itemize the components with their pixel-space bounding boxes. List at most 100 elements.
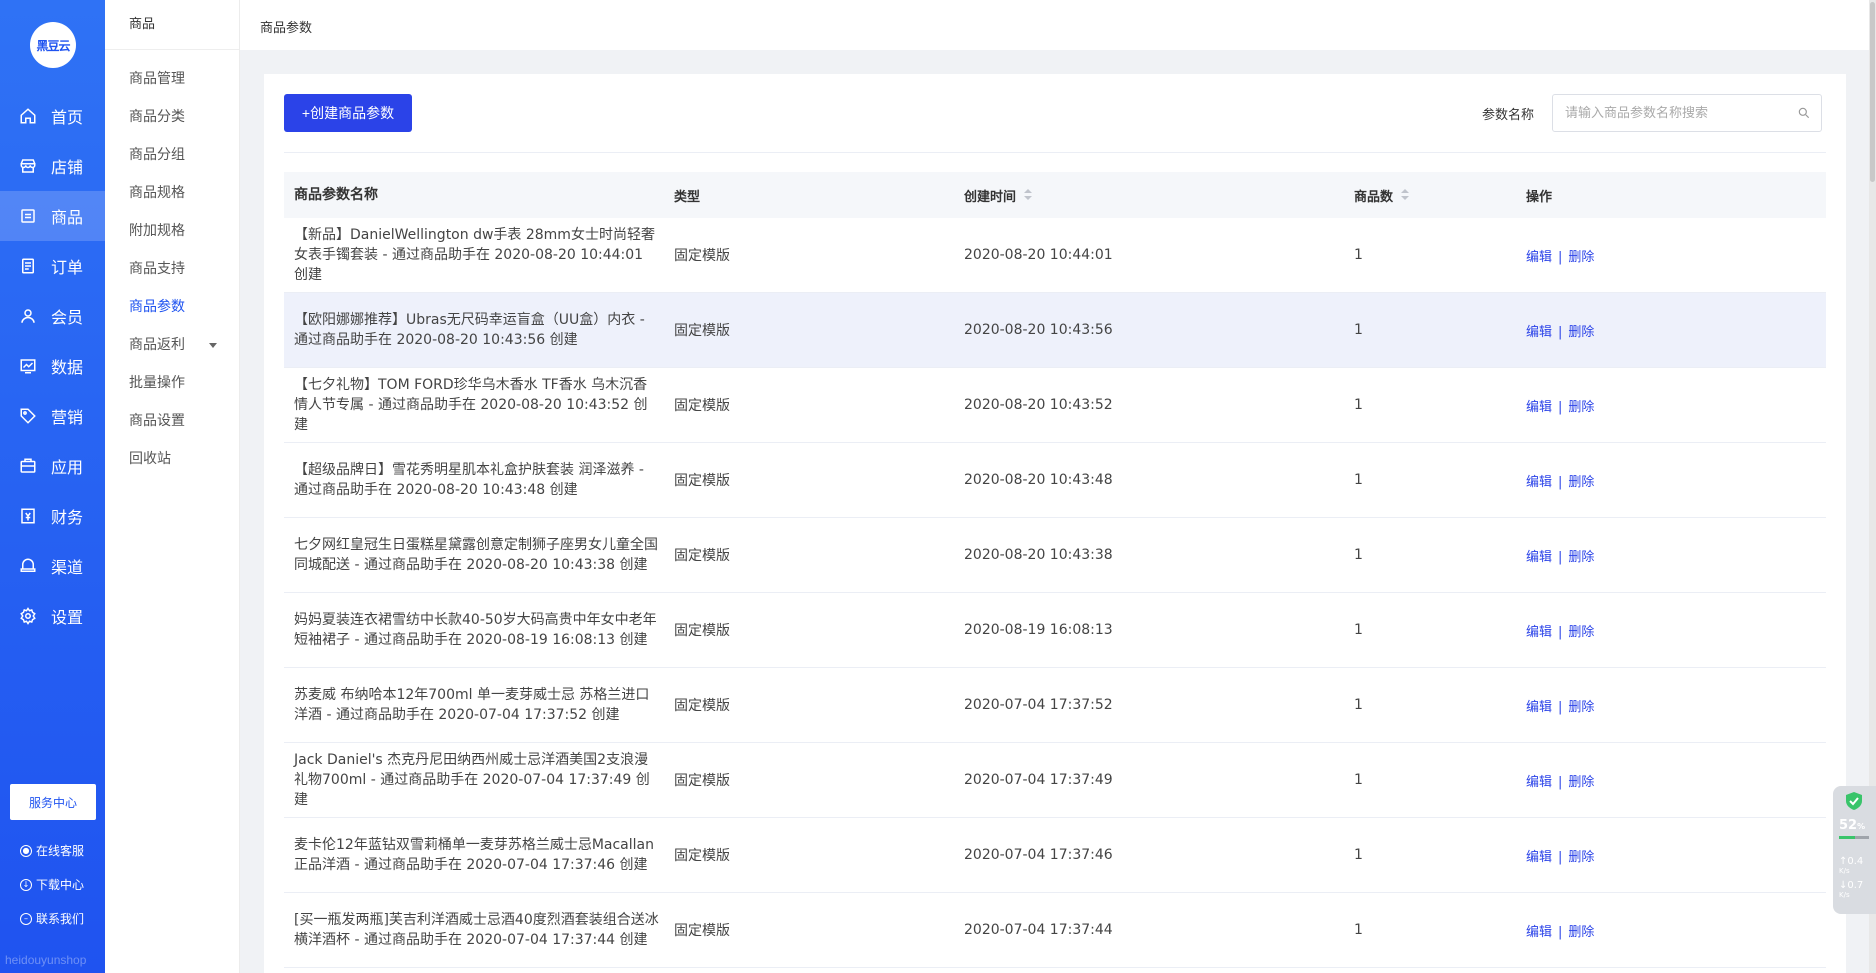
online-service-label: 在线客服 bbox=[36, 844, 85, 858]
delete-link[interactable]: 删除 bbox=[1568, 850, 1594, 865]
nav-item-marketing[interactable]: 营销 bbox=[0, 391, 105, 441]
action-separator: | bbox=[1558, 774, 1563, 790]
edit-link[interactable]: 编辑 bbox=[1526, 400, 1552, 415]
nav-item-channel[interactable]: 渠道 bbox=[0, 541, 105, 591]
subnav-item-goods-group[interactable]: 商品分组 bbox=[105, 136, 239, 174]
app-root: 黑豆云 首页 店铺 商品 订单 会员 数据 营销 应用 财务 渠道 设置 服务中… bbox=[0, 0, 1876, 973]
edit-link[interactable]: 编辑 bbox=[1526, 625, 1552, 640]
subnav-item-goods-support[interactable]: 商品支持 bbox=[105, 250, 239, 288]
row-actions: 编辑 | 删除 bbox=[1526, 321, 1826, 340]
param-count: 1 bbox=[1354, 472, 1363, 488]
chevron-down-icon bbox=[209, 343, 217, 348]
nav-item-label: 渠道 bbox=[51, 558, 84, 577]
subnav-item-goods-spec[interactable]: 商品规格 bbox=[105, 174, 239, 212]
sort-icon[interactable] bbox=[1401, 189, 1410, 201]
edit-link[interactable]: 编辑 bbox=[1526, 325, 1552, 340]
param-created: 2020-08-20 10:43:38 bbox=[964, 547, 1113, 563]
delete-link[interactable]: 删除 bbox=[1568, 400, 1594, 415]
edit-link[interactable]: 编辑 bbox=[1526, 250, 1552, 265]
nav-item-label: 设置 bbox=[51, 608, 84, 627]
system-monitor-widget[interactable]: 52% ↑0.4 K/s ↓0.7 K/s bbox=[1833, 786, 1876, 914]
edit-link[interactable]: 编辑 bbox=[1526, 475, 1552, 490]
param-name: 【超级品牌日】雪花秀明星肌本礼盒护肤套装 润泽滋养 - 通过商品助手在 2020… bbox=[294, 462, 644, 498]
header-count[interactable]: 商品数 bbox=[1354, 186, 1526, 205]
delete-link[interactable]: 删除 bbox=[1568, 700, 1594, 715]
delete-link[interactable]: 删除 bbox=[1568, 625, 1594, 640]
params-table: 商品参数名称 类型 创建时间 商品数 操作 【新品】DanielWellingt… bbox=[284, 172, 1826, 968]
table-row: Jack Daniel's 杰克丹尼田纳西州威士忌洋酒美国2支浪漫礼物700ml… bbox=[284, 743, 1826, 818]
channel-icon bbox=[19, 557, 37, 575]
download-center-link[interactable]: ↓ 下载中心 bbox=[20, 876, 84, 893]
subnav-item-goods-manage[interactable]: 商品管理 bbox=[105, 60, 239, 98]
online-service-link[interactable]: ● 在线客服 bbox=[20, 842, 84, 859]
subnav-item-extra-spec[interactable]: 附加规格 bbox=[105, 212, 239, 250]
order-icon bbox=[19, 257, 37, 275]
param-name: 【新品】DanielWellington dw手表 28mm女士时尚轻奢女表手镯… bbox=[294, 227, 655, 283]
secondary-nav-list: 商品管理 商品分类 商品分组 商品规格 附加规格 商品支持 商品参数 商品返利 … bbox=[105, 50, 239, 478]
edit-link[interactable]: 编辑 bbox=[1526, 850, 1552, 865]
row-actions: 编辑 | 删除 bbox=[1526, 471, 1826, 490]
subnav-item-goods-rebate[interactable]: 商品返利 bbox=[105, 326, 239, 364]
param-count: 1 bbox=[1354, 322, 1363, 338]
download-speed-unit: K/s bbox=[1839, 891, 1850, 899]
nav-item-member[interactable]: 会员 bbox=[0, 291, 105, 341]
goods-icon bbox=[19, 207, 37, 225]
contact-us-label: 联系我们 bbox=[36, 912, 85, 926]
header-created[interactable]: 创建时间 bbox=[964, 186, 1354, 205]
row-actions: 编辑 | 删除 bbox=[1526, 621, 1826, 640]
nav-item-goods[interactable]: 商品 bbox=[0, 191, 105, 241]
delete-link[interactable]: 删除 bbox=[1568, 325, 1594, 340]
subnav-item-batch[interactable]: 批量操作 bbox=[105, 364, 239, 402]
chart-icon bbox=[19, 357, 37, 375]
contact-us-link[interactable]: – 联系我们 bbox=[20, 910, 84, 927]
row-actions: 编辑 | 删除 bbox=[1526, 246, 1826, 265]
param-type: 固定模版 bbox=[674, 848, 730, 864]
subnav-item-recycle-bin[interactable]: 回收站 bbox=[105, 440, 239, 478]
table-row: 【七夕礼物】TOM FORD珍华乌木香水 TF香水 乌木沉香 情人节专属 - 通… bbox=[284, 368, 1826, 443]
table-body: 【新品】DanielWellington dw手表 28mm女士时尚轻奢女表手镯… bbox=[284, 218, 1826, 968]
nav-item-data[interactable]: 数据 bbox=[0, 341, 105, 391]
edit-link[interactable]: 编辑 bbox=[1526, 925, 1552, 940]
tag-icon bbox=[19, 407, 37, 425]
delete-link[interactable]: 删除 bbox=[1568, 775, 1594, 790]
delete-link[interactable]: 删除 bbox=[1568, 475, 1594, 490]
nav-item-order[interactable]: 订单 bbox=[0, 241, 105, 291]
delete-link[interactable]: 删除 bbox=[1568, 250, 1594, 265]
upload-speed: ↑0.4 bbox=[1839, 856, 1864, 867]
edit-link[interactable]: 编辑 bbox=[1526, 550, 1552, 565]
brand-logo[interactable]: 黑豆云 bbox=[30, 22, 76, 68]
table-row: 【新品】DanielWellington dw手表 28mm女士时尚轻奢女表手镯… bbox=[284, 218, 1826, 293]
edit-link[interactable]: 编辑 bbox=[1526, 700, 1552, 715]
subnav-item-label: 商品返利 bbox=[129, 337, 185, 353]
nav-item-label: 财务 bbox=[51, 508, 84, 527]
edit-link[interactable]: 编辑 bbox=[1526, 775, 1552, 790]
search-input[interactable] bbox=[1553, 95, 1821, 131]
subnav-item-goods-settings[interactable]: 商品设置 bbox=[105, 402, 239, 440]
action-separator: | bbox=[1558, 849, 1563, 865]
nav-item-finance[interactable]: 财务 bbox=[0, 491, 105, 541]
shield-icon bbox=[1846, 792, 1862, 810]
table-row: [买一瓶发两瓶]芙吉利洋酒威士忌酒40度烈酒套装组合送冰横洋酒杯 - 通过商品助… bbox=[284, 893, 1826, 968]
nav-item-app[interactable]: 应用 bbox=[0, 441, 105, 491]
app-icon bbox=[19, 457, 37, 475]
row-actions: 编辑 | 删除 bbox=[1526, 771, 1826, 790]
subnav-item-goods-category[interactable]: 商品分类 bbox=[105, 98, 239, 136]
param-count: 1 bbox=[1354, 247, 1363, 263]
action-separator: | bbox=[1558, 249, 1563, 265]
param-created: 2020-08-20 10:43:52 bbox=[964, 397, 1113, 413]
home-icon bbox=[19, 107, 37, 125]
row-actions: 编辑 | 删除 bbox=[1526, 921, 1826, 940]
table-row: 麦卡伦12年蓝钻双雪莉桶单一麦芽苏格兰威士忌Macallan正品洋酒 - 通过商… bbox=[284, 818, 1826, 893]
param-name: 【七夕礼物】TOM FORD珍华乌木香水 TF香水 乌木沉香 情人节专属 - 通… bbox=[294, 377, 648, 433]
nav-item-home[interactable]: 首页 bbox=[0, 91, 105, 141]
create-param-button[interactable]: +创建商品参数 bbox=[284, 94, 412, 132]
nav-item-store[interactable]: 店铺 bbox=[0, 141, 105, 191]
sort-icon[interactable] bbox=[1024, 189, 1033, 201]
subnav-item-goods-params[interactable]: 商品参数 bbox=[105, 288, 239, 326]
delete-link[interactable]: 删除 bbox=[1568, 925, 1594, 940]
scrollbar-thumb[interactable] bbox=[1870, 2, 1875, 182]
nav-item-settings[interactable]: 设置 bbox=[0, 591, 105, 641]
service-center-button[interactable]: 服务中心 bbox=[10, 784, 96, 820]
search-icon[interactable] bbox=[1797, 106, 1811, 120]
delete-link[interactable]: 删除 bbox=[1568, 550, 1594, 565]
